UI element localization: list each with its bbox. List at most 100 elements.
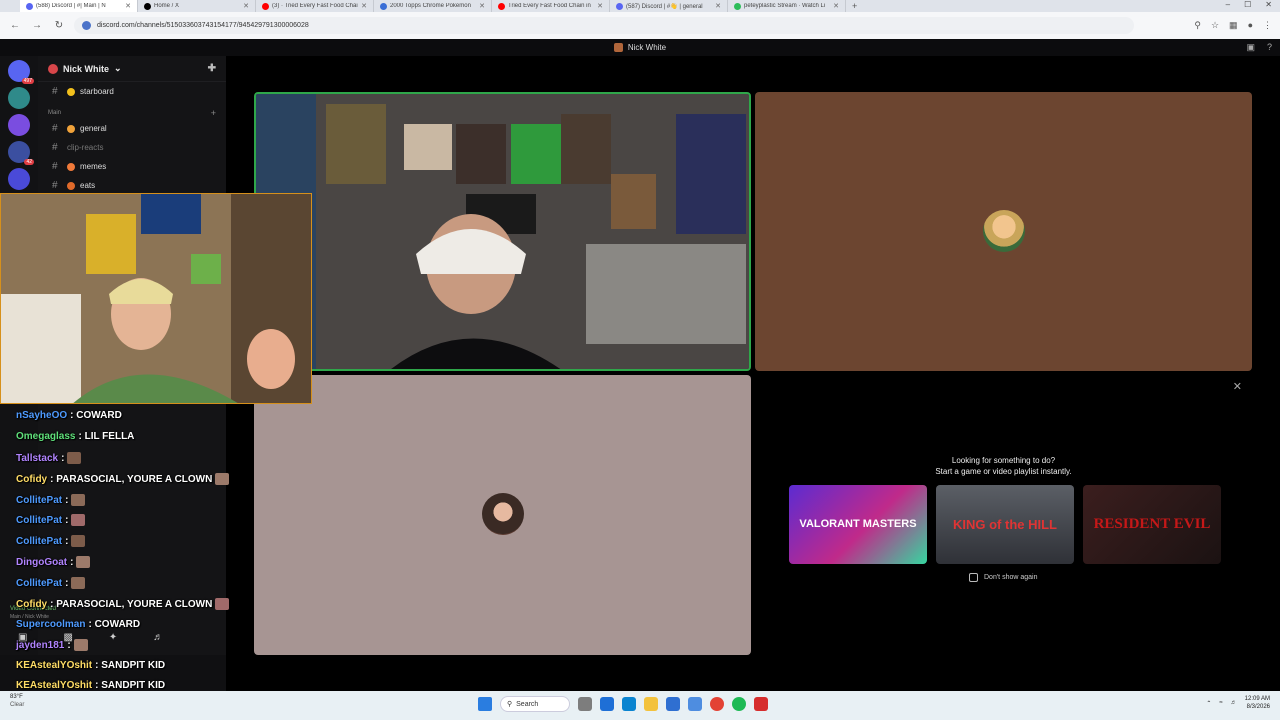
browser-tab[interactable]: peteyplastic Stream · Watch Li ✕ xyxy=(728,0,846,12)
video-tile-participant[interactable] xyxy=(755,92,1252,371)
zoom-icon[interactable]: ⚲ xyxy=(1194,20,1201,31)
tab-label: Home / X xyxy=(154,3,180,9)
browser-tab[interactable]: (588) Discord | #| Main | N ✕ xyxy=(20,0,138,12)
server-icon[interactable] xyxy=(8,87,30,109)
clock-time: 12:09 AM xyxy=(1244,696,1270,702)
chat-message: KEAstealYOshit : SANDPIT KID xyxy=(16,680,165,691)
guild-name: Nick White xyxy=(63,63,110,74)
browser-tab[interactable]: (3) · Tried Every Fast Food Chai ✕ xyxy=(256,0,374,12)
browser-tab[interactable]: Tried Every Fast Food Chain in ✕ xyxy=(492,0,610,12)
activity-cards: VALORANT MASTERS KING of the HILL RESIDE… xyxy=(789,485,1221,564)
app-icon[interactable] xyxy=(754,697,768,711)
chat-message: CollitePat : xyxy=(16,535,86,547)
maximize-button[interactable]: ☐ xyxy=(1244,0,1251,9)
chrome-icon[interactable] xyxy=(710,697,724,711)
server-icon[interactable] xyxy=(8,168,30,190)
activity-heading: Looking for something to do? xyxy=(951,456,1056,465)
chat-message: Tallstack : xyxy=(16,452,82,464)
file-explorer-icon[interactable] xyxy=(644,697,658,711)
menu-icon[interactable]: ⋮ xyxy=(1263,20,1272,31)
chat-text: : LIL FELLA xyxy=(78,431,135,442)
channel-label: starboard xyxy=(80,87,114,96)
edge-icon[interactable] xyxy=(622,697,636,711)
server-icon[interactable] xyxy=(8,114,30,136)
windows-start-icon[interactable] xyxy=(478,697,492,711)
clock[interactable]: 12:09 AM 8/3/2026 xyxy=(1245,695,1270,712)
dont-show-checkbox[interactable] xyxy=(969,573,978,582)
site-info-icon[interactable] xyxy=(82,21,91,30)
close-window-button[interactable]: ✕ xyxy=(1265,0,1272,9)
tab-close-icon[interactable]: ✕ xyxy=(243,2,249,10)
tab-close-icon[interactable]: ✕ xyxy=(361,2,367,10)
spotify-icon[interactable] xyxy=(732,697,746,711)
tab-close-icon[interactable]: ✕ xyxy=(597,2,603,10)
chevron-up-icon[interactable]: ⌃ xyxy=(1206,700,1211,707)
guild-header[interactable]: Nick White ⌄ ✚ xyxy=(38,56,226,82)
tab-favicon-icon xyxy=(616,2,623,10)
tab-favicon-icon xyxy=(380,2,387,10)
server-icon[interactable]: 42 xyxy=(8,141,34,165)
chat-username: Supercoolman xyxy=(16,619,86,630)
activity-icon[interactable]: ✦ xyxy=(109,632,117,643)
tab-close-icon[interactable]: ✕ xyxy=(125,2,131,10)
activity-suggestion-panel: ✕ Looking for something to do? Start a g… xyxy=(755,375,1252,655)
chat-emote-icon xyxy=(67,452,82,464)
tab-favicon-icon xyxy=(734,2,741,10)
weather-desc: Clear xyxy=(10,701,25,708)
photos-icon[interactable] xyxy=(688,697,702,711)
activity-card-resident-evil[interactable]: RESIDENT EVIL xyxy=(1083,485,1221,564)
wifi-icon[interactable]: ≈ xyxy=(1219,700,1222,706)
extensions-icon[interactable]: ▦ xyxy=(1229,20,1238,31)
browser-tab[interactable]: 2000 Topps Chrome Pokemon ✕ xyxy=(374,0,492,12)
profile-icon[interactable]: ● xyxy=(1248,20,1253,31)
weather-widget[interactable]: 83°F Clear xyxy=(10,694,24,710)
chat-username: Omegaglass xyxy=(16,431,76,442)
channel-item-general[interactable]: # general xyxy=(38,119,226,138)
browser-tab[interactable]: Home / X ✕ xyxy=(138,0,256,12)
add-channel-icon[interactable]: + xyxy=(211,108,216,118)
bookmark-star-icon[interactable]: ☆ xyxy=(1211,20,1219,31)
tab-favicon-icon xyxy=(262,2,269,10)
browser-tab[interactable]: (587) Discord | #👋 | general ✕ xyxy=(610,0,728,12)
forward-button[interactable]: → xyxy=(30,20,44,31)
minimize-button[interactable]: – xyxy=(1226,0,1230,9)
dont-show-label: Don't show again xyxy=(984,574,1038,581)
chat-message: DingoGoat : xyxy=(16,556,91,568)
category-main[interactable]: Main + xyxy=(38,107,226,119)
soundboard-icon[interactable]: ♬ xyxy=(153,632,163,643)
reload-button[interactable]: ↻ xyxy=(52,20,66,31)
tab-close-icon[interactable]: ✕ xyxy=(479,2,485,10)
chevron-down-icon: ⌄ xyxy=(114,63,122,73)
task-view-icon[interactable] xyxy=(578,697,592,711)
inbox-icon[interactable]: ▣ xyxy=(1246,42,1255,53)
store-icon[interactable] xyxy=(666,697,680,711)
close-icon[interactable]: ✕ xyxy=(1233,380,1242,393)
activity-card-valorant[interactable]: VALORANT MASTERS xyxy=(789,485,927,564)
chat-message: Cofidy : PARASOCIAL, YOURE A CLOWN xyxy=(16,598,230,610)
add-member-icon[interactable]: ✚ xyxy=(208,63,216,74)
url-field[interactable]: discord.com/channels/515033603743154177/… xyxy=(74,17,1134,34)
help-icon[interactable]: ? xyxy=(1267,42,1272,53)
channel-item-memes[interactable]: # memes xyxy=(38,157,226,176)
channel-emoji-icon xyxy=(67,87,75,96)
channel-item-starboard[interactable]: # starboard xyxy=(38,82,226,101)
dm-home-icon[interactable]: 497 xyxy=(8,60,34,84)
tab-label: 2000 Topps Chrome Pokemon xyxy=(390,3,471,9)
chat-message: CollitePat : xyxy=(16,577,86,589)
volume-icon[interactable]: ♬ xyxy=(1231,700,1237,706)
taskbar-search[interactable]: ⚲ Search xyxy=(500,696,570,712)
video-tile-camera[interactable] xyxy=(254,92,751,371)
url-text: discord.com/channels/515033603743154177/… xyxy=(97,22,309,29)
activity-card-king-of-the-hill[interactable]: KING of the HILL xyxy=(936,485,1074,564)
channel-emoji-icon xyxy=(67,181,75,190)
channel-item-clip-reacts[interactable]: # clip-reacts xyxy=(38,138,226,157)
tab-close-icon[interactable]: ✕ xyxy=(833,2,839,10)
system-tray: ⌃ ≈ ♬ 12:09 AM 8/3/2026 xyxy=(1206,695,1270,712)
copilot-icon[interactable] xyxy=(600,697,614,711)
back-button[interactable]: ← xyxy=(8,20,22,31)
chat-username: KEAstealYOshit xyxy=(16,680,93,691)
new-tab-button[interactable]: + xyxy=(852,1,857,11)
video-tile-participant[interactable] xyxy=(254,375,751,655)
tab-close-icon[interactable]: ✕ xyxy=(715,2,721,10)
dont-show-again-option[interactable]: Don't show again xyxy=(969,573,1037,582)
